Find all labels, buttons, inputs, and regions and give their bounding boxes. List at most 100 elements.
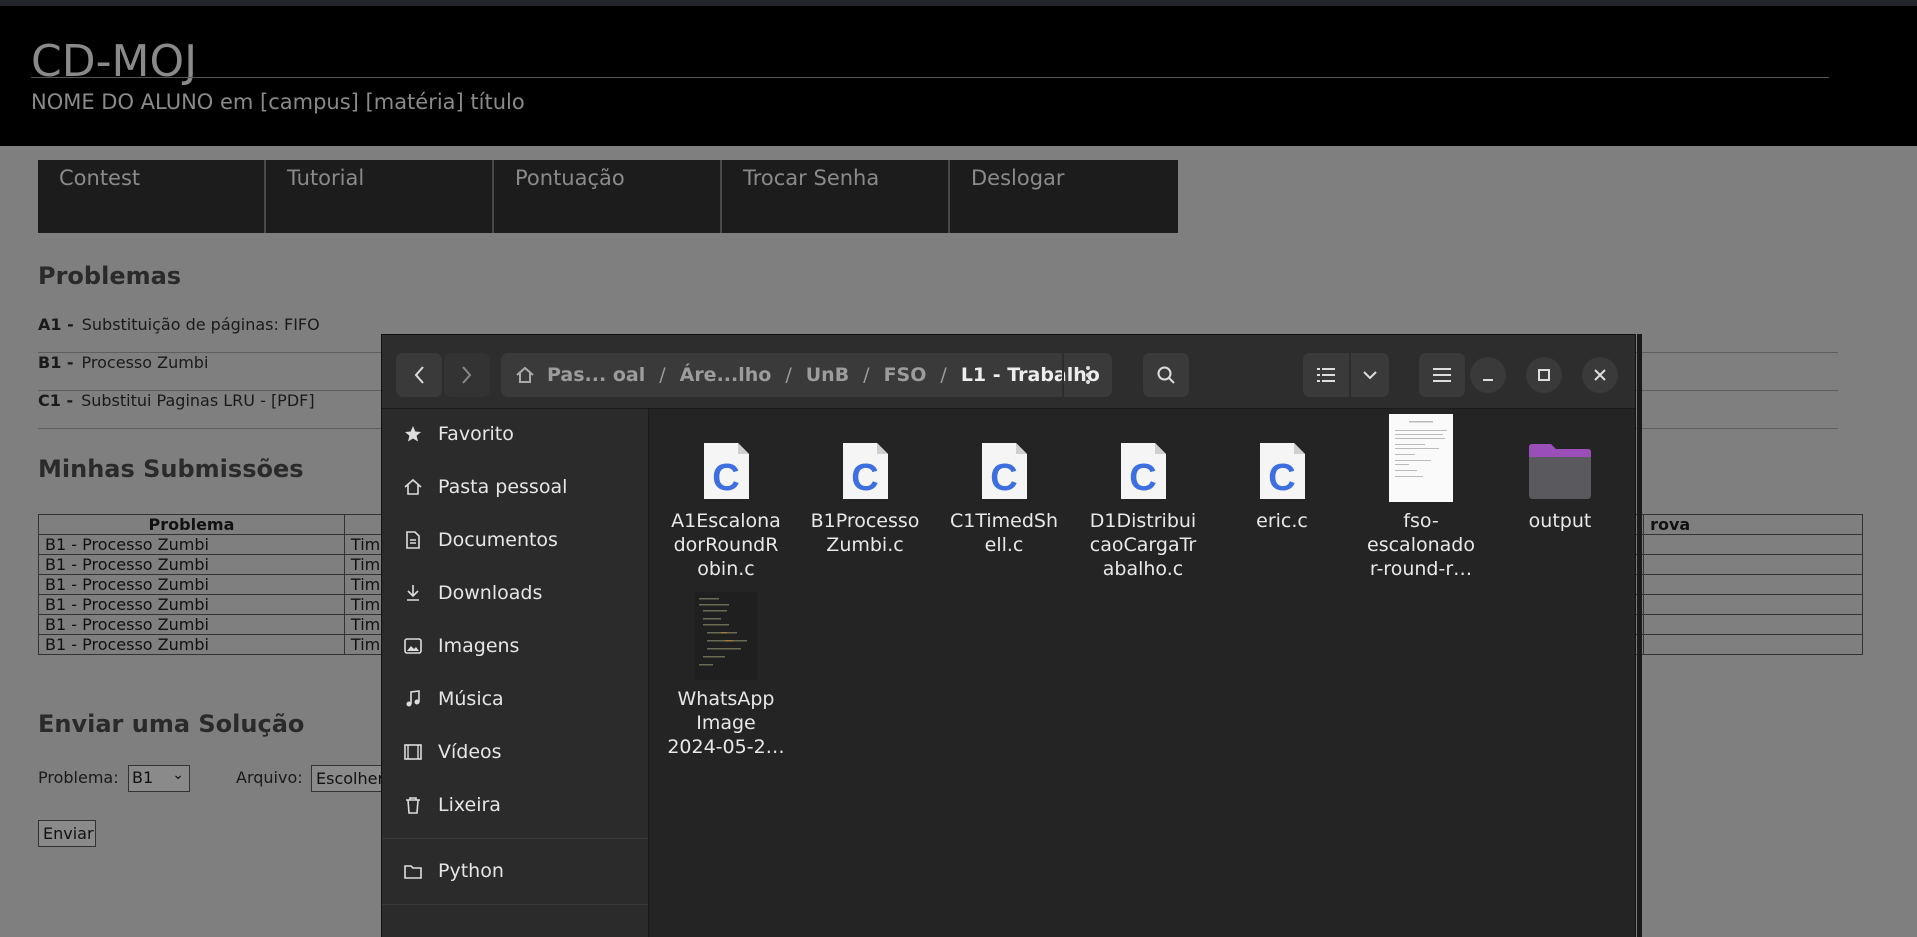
problem-name[interactable]: Substituição de páginas: FIFO xyxy=(82,315,320,334)
list-view-button[interactable] xyxy=(1303,353,1349,397)
problem-select[interactable]: B1 ⌄ xyxy=(128,765,190,792)
file-name-line: ell.c xyxy=(984,534,1024,556)
sidebar-item-label: Favorito xyxy=(438,423,514,445)
choose-file-button[interactable]: Escolher xyxy=(311,765,391,792)
svg-text:C: C xyxy=(1129,457,1156,499)
forward-button[interactable] xyxy=(444,353,490,397)
table-cell xyxy=(1643,634,1863,655)
sidebar-item-pasta-pessoal[interactable]: Pasta pessoal xyxy=(402,472,567,502)
breadcrumb-desktop[interactable]: Áre...lho xyxy=(680,364,772,386)
file-item[interactable]: WhatsApp Image 2024-05-2… xyxy=(661,592,791,759)
file-item[interactable]: fso- escalonado r-round-r… xyxy=(1356,414,1486,581)
folder-icon xyxy=(402,863,424,879)
breadcrumb-separator: / xyxy=(940,364,947,386)
file-name-line: WhatsApp xyxy=(677,688,775,710)
file-item[interactable]: C A1Escalona dorRoundR obin.c xyxy=(661,441,791,581)
problem-code: A1 - xyxy=(38,315,74,334)
path-menu-button[interactable] xyxy=(1062,353,1112,397)
breadcrumb-separator: / xyxy=(659,364,666,386)
pdf-thumbnail-icon xyxy=(1389,414,1453,502)
nav-deslogar[interactable]: Deslogar xyxy=(950,160,1178,233)
sidebar-item-favorito[interactable]: Favorito xyxy=(402,419,514,449)
back-button[interactable] xyxy=(396,353,442,397)
maximize-icon xyxy=(1538,369,1550,381)
breadcrumb: Pas... oal / Áre...lho / UnB / FSO / L1 … xyxy=(501,353,1112,397)
file-name-line: caoCargaTr xyxy=(1089,534,1197,556)
breadcrumb-home[interactable]: Pas... oal xyxy=(547,364,645,386)
problem-label: Problema: xyxy=(38,768,119,787)
file-name-line: Zumbi.c xyxy=(826,534,904,556)
file-name-line: A1Escalona xyxy=(671,510,781,532)
file-name-line: eric.c xyxy=(1256,510,1308,532)
file-label: Arquivo: xyxy=(236,768,303,787)
file-name-line: abalho.c xyxy=(1102,558,1184,580)
table-cell xyxy=(1643,574,1863,595)
nav-trocar-senha[interactable]: Trocar Senha xyxy=(722,160,950,233)
home-icon[interactable] xyxy=(515,365,535,385)
file-item[interactable]: C B1Processo Zumbi.c xyxy=(800,441,930,557)
sidebar-item-imagens[interactable]: Imagens xyxy=(402,631,519,661)
folder-item[interactable]: output xyxy=(1495,441,1625,533)
sidebar-item-label: Documentos xyxy=(438,529,558,551)
table-cell xyxy=(1643,614,1863,635)
file-grid: C A1Escalona dorRoundR obin.c C B1Proces… xyxy=(649,409,1635,937)
table-cell: B1 - Processo Zumbi xyxy=(38,614,345,635)
close-button[interactable] xyxy=(1582,357,1618,393)
sidebar-item-lixeira[interactable]: Lixeira xyxy=(402,790,501,820)
image-icon xyxy=(402,638,424,654)
close-icon xyxy=(1594,369,1606,381)
list-view-icon xyxy=(1317,368,1335,382)
send-button[interactable]: Enviar xyxy=(38,820,96,847)
minimize-button[interactable] xyxy=(1470,357,1506,393)
site-header: CD-MOJ NOME DO ALUNO em [campus] [matéri… xyxy=(0,6,1917,146)
sidebar-item-documentos[interactable]: Documentos xyxy=(402,525,558,555)
breadcrumb-unb[interactable]: UnB xyxy=(806,364,849,386)
sidebar-item-videos[interactable]: Vídeos xyxy=(402,737,502,767)
file-name-line: dorRoundR xyxy=(673,534,779,556)
sidebar-item-label: Imagens xyxy=(438,635,520,657)
maximize-button[interactable] xyxy=(1526,357,1562,393)
svg-text:C: C xyxy=(990,457,1017,499)
send-solution-heading: Enviar uma Solução xyxy=(38,710,305,738)
problem-code: B1 - xyxy=(38,353,74,372)
svg-text:C: C xyxy=(712,457,739,499)
problem-code: C1 - xyxy=(38,391,74,410)
dialog-header-bar: Pas... oal / Áre...lho / UnB / FSO / L1 … xyxy=(382,335,1635,409)
download-icon xyxy=(402,584,424,602)
image-thumbnail-icon xyxy=(695,592,757,680)
site-title: CD-MOJ xyxy=(31,36,198,87)
file-chooser-dialog: Pas... oal / Áre...lho / UnB / FSO / L1 … xyxy=(381,334,1636,937)
nav-contest[interactable]: Contest xyxy=(38,160,266,233)
table-cell: B1 - Processo Zumbi xyxy=(38,534,345,555)
chevron-left-icon xyxy=(414,366,424,384)
file-name-line: B1Processo xyxy=(810,510,920,532)
breadcrumb-fso[interactable]: FSO xyxy=(884,364,927,386)
sidebar-item-label: Pasta pessoal xyxy=(438,476,568,498)
nav-tutorial[interactable]: Tutorial xyxy=(266,160,494,233)
folder-icon xyxy=(1527,441,1593,501)
file-item[interactable]: C D1Distribui caoCargaTr abalho.c xyxy=(1078,441,1208,581)
main-menu-button[interactable] xyxy=(1419,353,1465,397)
view-options-button[interactable] xyxy=(1351,353,1389,397)
column-header: rova xyxy=(1643,514,1863,535)
problem-name[interactable]: Substitui Paginas LRU - [PDF] xyxy=(81,391,315,410)
places-sidebar: Favorito Pasta pessoal Documentos Downlo… xyxy=(382,409,649,937)
nav-pontuacao[interactable]: Pontuação xyxy=(494,160,722,233)
file-item[interactable]: C eric.c xyxy=(1217,441,1347,533)
table-cell: B1 - Processo Zumbi xyxy=(38,634,345,655)
problem-name[interactable]: Processo Zumbi xyxy=(82,353,209,372)
document-icon xyxy=(402,531,424,549)
file-item[interactable]: C C1TimedSh ell.c xyxy=(939,441,1069,557)
sidebar-item-python[interactable]: Python xyxy=(402,856,504,886)
hamburger-icon xyxy=(1433,368,1451,382)
sidebar-item-downloads[interactable]: Downloads xyxy=(402,578,542,608)
file-name-line: C1TimedSh xyxy=(949,510,1059,532)
table-cell xyxy=(1643,534,1863,555)
star-icon xyxy=(402,425,424,443)
file-name-line: fso- xyxy=(1403,510,1439,532)
search-button[interactable] xyxy=(1143,353,1189,397)
sidebar-item-musica[interactable]: Música xyxy=(402,684,504,714)
c-file-icon: C xyxy=(1257,441,1307,501)
file-name-line: r-round-r… xyxy=(1369,558,1473,580)
sidebar-divider xyxy=(382,838,648,839)
